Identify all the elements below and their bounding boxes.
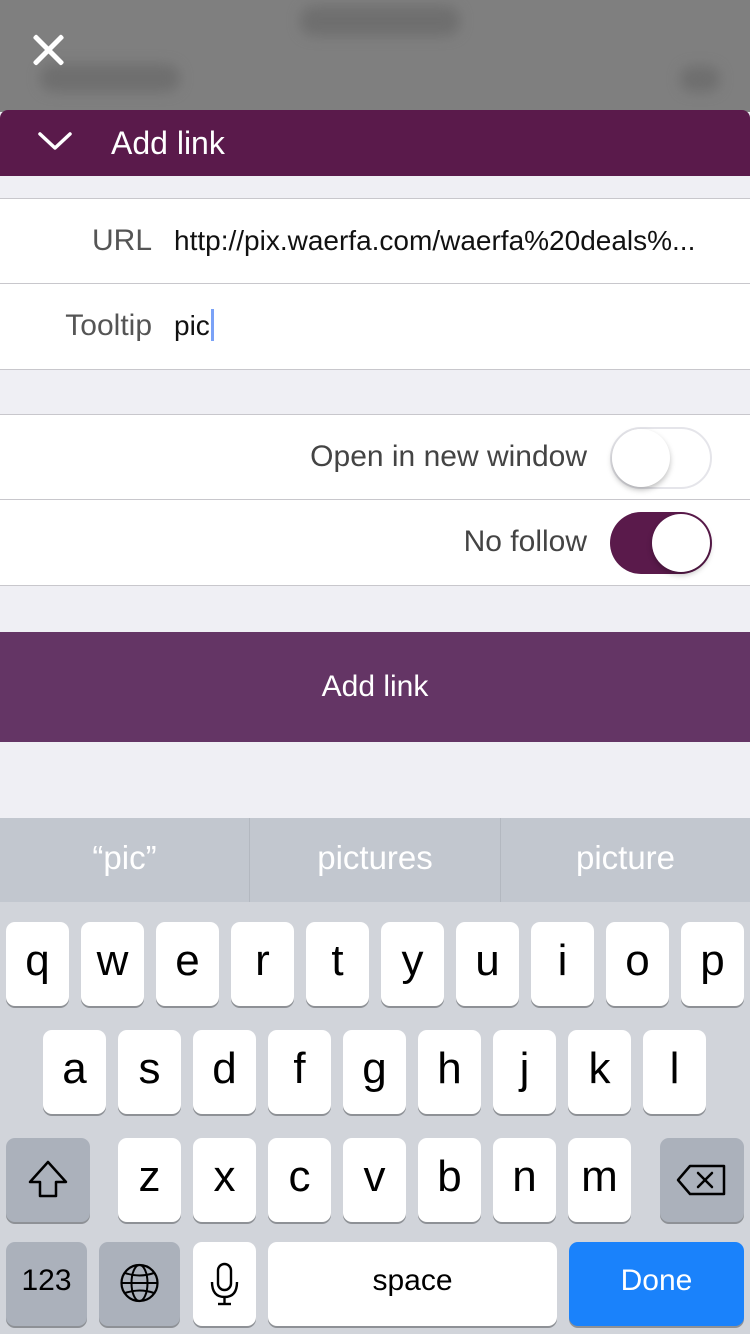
key-n[interactable]: n <box>493 1138 556 1222</box>
key-q[interactable]: q <box>6 922 69 1006</box>
key-t[interactable]: t <box>306 922 369 1006</box>
key-k[interactable]: k <box>568 1030 631 1114</box>
new-window-toggle[interactable] <box>610 427 712 489</box>
key-z[interactable]: z <box>118 1138 181 1222</box>
microphone-key[interactable] <box>193 1242 256 1326</box>
globe-icon <box>120 1263 159 1303</box>
key-w[interactable]: w <box>81 922 144 1006</box>
close-icon[interactable] <box>26 28 70 72</box>
shift-icon <box>28 1160 68 1198</box>
key-c[interactable]: c <box>268 1138 331 1222</box>
key-b[interactable]: b <box>418 1138 481 1222</box>
dimmed-background <box>0 0 750 112</box>
sheet-body: URL http://pix.waerfa.com/waerfa%20deals… <box>0 176 750 818</box>
toggle-knob <box>652 514 710 572</box>
text-caret <box>210 309 214 341</box>
sheet-header: Add link <box>0 110 750 176</box>
suggestion-bar: “pic” pictures picture <box>0 818 750 902</box>
add-link-button[interactable]: Add link <box>0 632 750 742</box>
key-d[interactable]: d <box>193 1030 256 1114</box>
key-g[interactable]: g <box>343 1030 406 1114</box>
key-r[interactable]: r <box>231 922 294 1006</box>
suggestion-3[interactable]: picture <box>501 818 750 902</box>
toggle-knob <box>612 429 670 487</box>
microphone-icon <box>210 1262 239 1306</box>
chevron-down-icon[interactable] <box>38 126 72 154</box>
key-l[interactable]: l <box>643 1030 706 1114</box>
key-m[interactable]: m <box>568 1138 631 1222</box>
blurred-action <box>680 66 720 92</box>
key-v[interactable]: v <box>343 1138 406 1222</box>
numbers-key[interactable]: 123 <box>6 1242 87 1326</box>
link-fields-group: URL http://pix.waerfa.com/waerfa%20deals… <box>0 198 750 370</box>
key-s[interactable]: s <box>118 1030 181 1114</box>
url-field[interactable]: http://pix.waerfa.com/waerfa%20deals%... <box>174 223 734 259</box>
key-a[interactable]: a <box>43 1030 106 1114</box>
globe-key[interactable] <box>99 1242 180 1326</box>
suggestion-1[interactable]: “pic” <box>0 818 249 902</box>
key-h[interactable]: h <box>418 1030 481 1114</box>
key-y[interactable]: y <box>381 922 444 1006</box>
key-e[interactable]: e <box>156 922 219 1006</box>
sheet-title: Add link <box>111 125 225 161</box>
tooltip-label: Tooltip <box>65 309 152 342</box>
key-j[interactable]: j <box>493 1030 556 1114</box>
tooltip-value: pic <box>174 310 210 341</box>
key-f[interactable]: f <box>268 1030 331 1114</box>
suggestion-2[interactable]: pictures <box>250 818 500 902</box>
no-follow-label: No follow <box>463 525 587 558</box>
url-label: URL <box>91 224 152 257</box>
no-follow-toggle[interactable] <box>610 512 712 574</box>
key-p[interactable]: p <box>681 922 744 1006</box>
tooltip-row[interactable]: Tooltip pic <box>0 284 750 369</box>
backspace-icon <box>676 1164 726 1196</box>
no-follow-row: No follow <box>0 500 750 585</box>
done-key[interactable]: Done <box>569 1242 744 1326</box>
key-u[interactable]: u <box>456 922 519 1006</box>
link-options-group: Open in new window No follow <box>0 414 750 586</box>
blurred-title <box>300 6 460 36</box>
new-window-row: Open in new window <box>0 415 750 500</box>
key-o[interactable]: o <box>606 922 669 1006</box>
keyboard: “pic” pictures picture q w e r t y u i o… <box>0 818 750 1334</box>
shift-key[interactable] <box>6 1138 90 1222</box>
new-window-label: Open in new window <box>310 440 587 473</box>
space-key[interactable]: space <box>268 1242 557 1326</box>
key-x[interactable]: x <box>193 1138 256 1222</box>
tooltip-field[interactable]: pic <box>174 308 734 344</box>
key-i[interactable]: i <box>531 922 594 1006</box>
backspace-key[interactable] <box>660 1138 744 1222</box>
url-row[interactable]: URL http://pix.waerfa.com/waerfa%20deals… <box>0 199 750 284</box>
